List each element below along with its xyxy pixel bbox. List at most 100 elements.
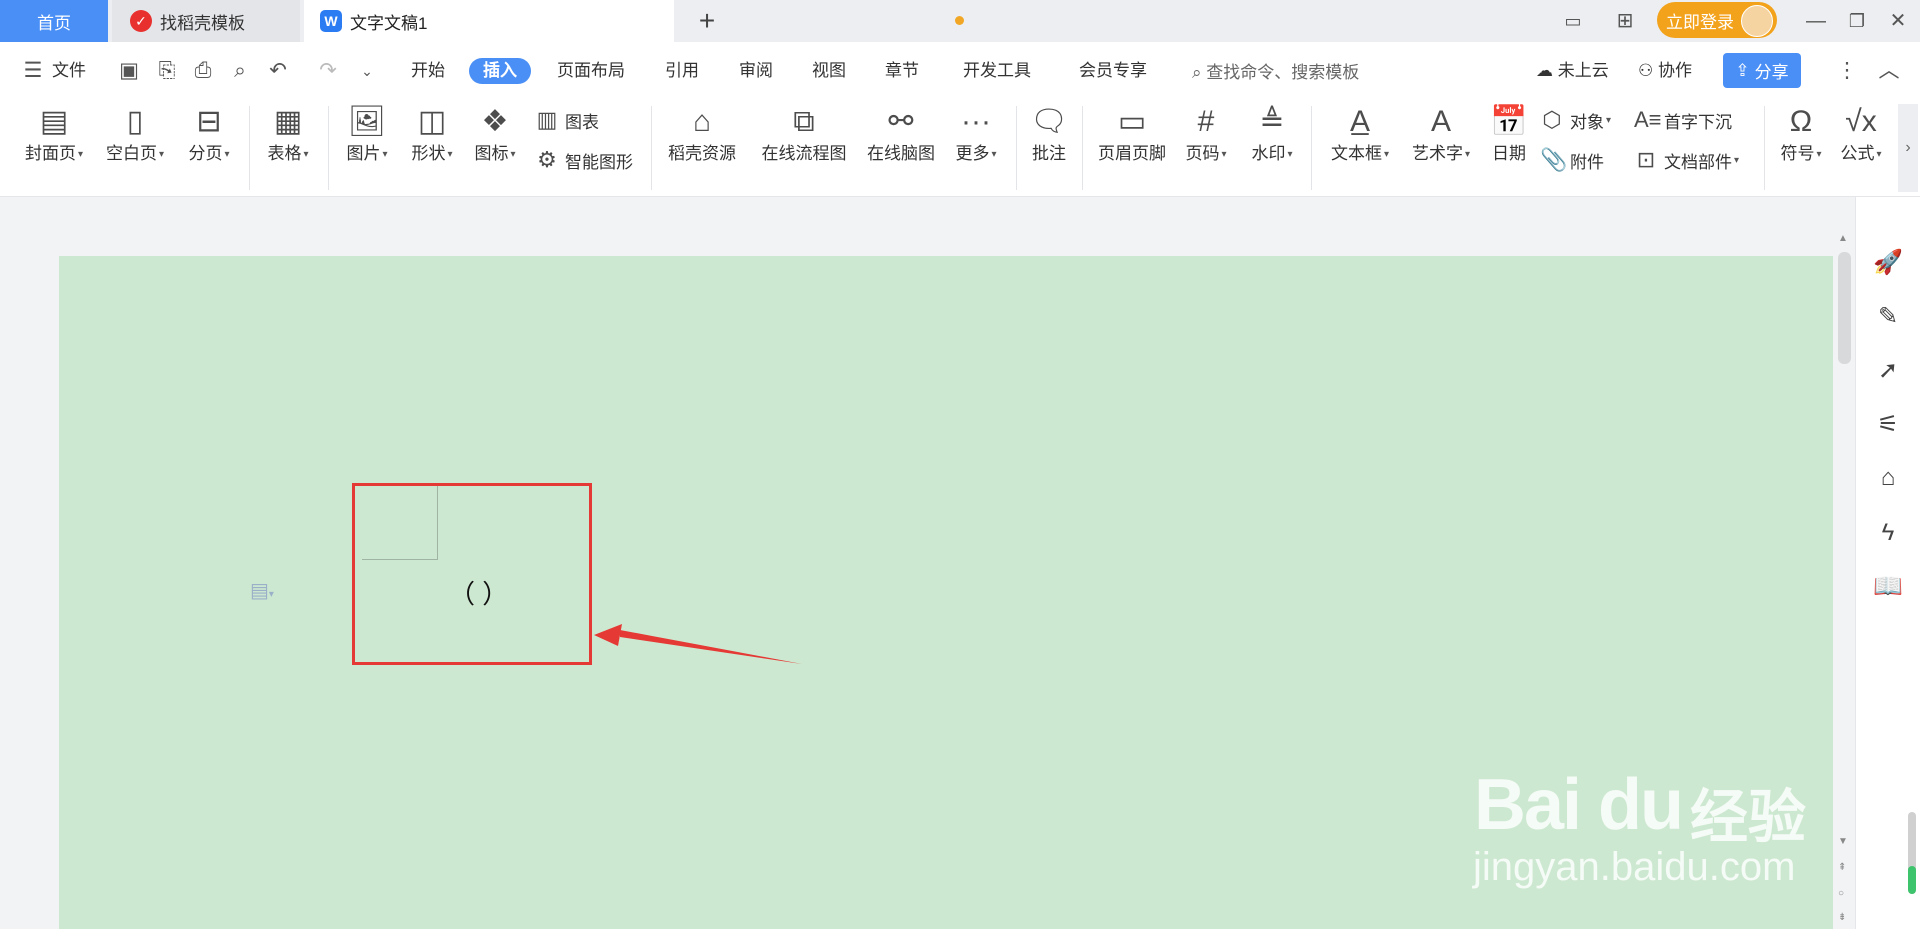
page-break-button[interactable]: ⊟ 分页 ▾ [178,102,240,166]
share-label: 分享 [1754,63,1789,82]
picture-button[interactable]: 🖼 图片 ▾ [338,102,396,166]
share-icon: ⇪ [1735,60,1750,80]
tab-template[interactable]: ✓ 找稻壳模板 [112,0,300,42]
next-page-icon[interactable]: ⇟ [1838,912,1846,923]
restore-icon[interactable]: ❐ [1844,8,1870,34]
save-icon[interactable]: ▣ [116,58,142,84]
scrollbar-thumb[interactable] [1838,252,1851,364]
object-button[interactable]: ⬡ 对象 ▾ [1540,106,1611,134]
smartart-button[interactable]: ⚙ 智能图形 [535,146,633,174]
apps-grid-icon[interactable]: ⊞ [1612,8,1638,34]
menu-devtools[interactable]: 开发工具 [963,58,1031,84]
separator [1764,106,1765,190]
menu-home[interactable]: 开始 [411,58,445,84]
menu-view[interactable]: 视图 [812,58,846,84]
flowchart-button[interactable]: ⧉ 在线流程图 [756,102,852,166]
tab-document-label: 文字文稿1 [350,13,428,33]
menu-insert[interactable]: 插入 [469,58,531,84]
store-icon[interactable]: ⌂ [1873,463,1903,493]
flowchart-icon: ⧉ [793,105,815,138]
wordart-label: 艺术字 [1411,144,1463,163]
symbol-button[interactable]: Ω 符号 ▾ [1774,102,1828,166]
comment-button[interactable]: 🗨 批注 [1026,102,1072,166]
hamburger-icon[interactable]: ☰ [20,58,46,84]
search-box[interactable]: ⌕ 查找命令、搜索模板 [1192,58,1359,83]
dropcap-button[interactable]: A≡ 首字下沉 [1634,106,1732,134]
login-button[interactable]: 立即登录 [1657,2,1777,38]
shape-icon: ◫ [417,105,447,138]
settings-sliders-icon[interactable]: ⚟ [1873,410,1903,440]
close-icon[interactable]: ✕ [1885,8,1911,34]
cloud-status[interactable]: ☁ 未上云 [1536,58,1609,84]
add-tab-button[interactable]: + [692,6,722,36]
date-label: 日期 [1492,144,1526,163]
menu-layout[interactable]: 页面布局 [557,58,625,84]
more-options-icon[interactable]: ⋮ [1834,58,1860,84]
layout-icon[interactable]: ▭ [1560,8,1586,34]
formula-label: 公式 [1840,144,1875,163]
zoom-level-fill [1908,866,1916,894]
textbox-label: 文本框 [1330,144,1382,163]
table-button[interactable]: ▦ 表格 ▾ [258,102,318,166]
shape-button[interactable]: ◫ 形状 ▾ [403,102,461,166]
menu-member[interactable]: 会员专享 [1079,58,1147,84]
select-browse-icon[interactable]: ○ [1838,888,1844,899]
separator [328,106,329,190]
ribbon-scroll-right-icon[interactable]: › [1898,104,1918,192]
undo-icon[interactable]: ↶ [265,58,291,84]
tab-document[interactable]: W 文字文稿1 [304,0,964,42]
menu-review[interactable]: 审阅 [739,58,773,84]
book-search-icon[interactable]: 📖 [1873,572,1903,602]
formula-button[interactable]: √x 公式 ▾ [1834,102,1888,166]
baidu-watermark-logo: Bai du [1474,765,1684,845]
minimize-icon[interactable]: — [1803,8,1829,34]
attachment-button[interactable]: 📎 附件 [1540,146,1604,174]
prev-page-icon[interactable]: ⇞ [1838,862,1846,873]
docer-resources-button[interactable]: ⌂ 稻壳资源 [662,102,742,166]
date-button[interactable]: 📅 日期 [1486,102,1532,166]
more-button[interactable]: ··· 更多 ▾ [948,102,1004,166]
share-button[interactable]: ⇪ 分享 [1723,53,1801,88]
smartart-label: 智能图形 [565,152,633,172]
print-preview-icon[interactable]: ⌕ [227,58,253,84]
watermark-label: 水印 [1251,144,1286,163]
lightning-icon[interactable]: ϟ [1873,518,1903,548]
chart-button[interactable]: ▥ 图表 [535,106,599,134]
menu-reference[interactable]: 引用 [665,58,699,84]
attachment-label: 附件 [1570,152,1604,172]
mindmap-button[interactable]: ⚯ 在线脑图 [862,102,940,166]
header-footer-button[interactable]: ▭ 页眉页脚 [1092,102,1172,166]
docpart-button[interactable]: ⊡ 文档部件 ▾ [1634,146,1739,174]
icon-button[interactable]: ❖ 图标 ▾ [466,102,524,166]
blank-page-button[interactable]: ▯ 空白页 ▾ [98,102,172,166]
comment-label: 批注 [1032,144,1066,163]
docer-resources-label: 稻壳资源 [668,144,736,163]
docer-logo-icon: ✓ [130,10,152,32]
pen-icon[interactable]: ✎ [1873,302,1903,332]
page-number-button[interactable]: # 页码 ▾ [1180,102,1232,166]
cover-page-button[interactable]: ▤ 封面页 ▾ [14,102,94,166]
collab-button[interactable]: ⚇ 协作 [1638,58,1692,84]
collapse-ribbon-icon[interactable]: ︿ [1876,58,1902,84]
scroll-up-icon[interactable]: ▲ [1838,233,1848,244]
wordart-button[interactable]: A 艺术字 ▾ [1406,102,1476,166]
textbox-button[interactable]: A̲ 文本框 ▾ [1324,102,1396,166]
cover-page-icon: ▤ [39,105,69,138]
scroll-down-icon[interactable]: ▼ [1838,836,1848,847]
rocket-icon[interactable]: 🚀 [1873,248,1903,278]
print-icon[interactable]: ⎙ [190,58,216,84]
flowchart-label: 在线流程图 [761,144,847,163]
export-pdf-icon[interactable]: ⎘ [154,58,180,84]
paragraph-layout-icon[interactable]: ▤▾ [250,578,274,603]
icon-label: 图标 [474,144,509,163]
avatar [1741,5,1773,37]
tab-home[interactable]: 首页 [0,0,108,42]
cursor-icon[interactable]: ➚ [1873,356,1903,386]
watermark-button[interactable]: ≜ 水印 ▾ [1244,102,1300,166]
redo-icon[interactable]: ↷ [315,58,341,84]
annotation-highlight-box [352,483,592,665]
menu-file[interactable]: 文件 [52,58,86,84]
docpart-label: 文档部件 [1664,152,1732,172]
customize-toolbar-icon[interactable]: ⌄ [354,58,380,84]
menu-chapter[interactable]: 章节 [885,58,919,84]
